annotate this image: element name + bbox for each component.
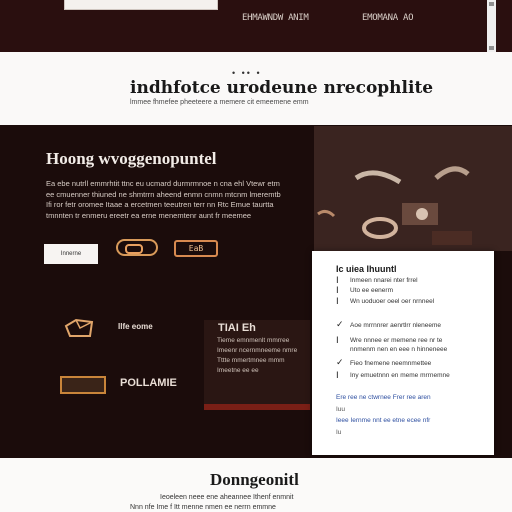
bag-icon — [64, 318, 94, 337]
scrollbar[interactable] — [487, 0, 496, 52]
product-photo-icon — [314, 126, 512, 251]
feature-label-1: Ilfe eome — [118, 322, 153, 331]
panel-row: Aoe mrrnnrer aenrtlrr nleneeme — [350, 322, 442, 329]
bullet-icon: Ⅰ — [336, 285, 339, 295]
panel-row: nnmenm nen en eee n hinneneee — [350, 346, 448, 353]
feature-line: Tttte mmertmnee mmm — [217, 357, 285, 364]
panel-note: Iu — [336, 429, 342, 436]
scroll-down-icon[interactable] — [489, 46, 494, 50]
panel-row: Wn uoduoer oeel oer nrnneel — [350, 298, 435, 305]
bottom-title: Donngeonitl — [210, 470, 299, 489]
band-dots: • •• • — [232, 68, 262, 78]
feature-line: Imeetne ee ee — [217, 367, 259, 374]
hero-image — [314, 126, 512, 251]
feature-label-3: POLLAMIE — [120, 377, 177, 389]
panel-row: Iny emuetnnn en meme mrrnemne — [350, 372, 450, 379]
panel-row: Inmeen nnarei nter frrel — [350, 277, 418, 284]
feature-line: Tieme emnmenlt mmrree — [217, 337, 290, 344]
scroll-up-icon[interactable] — [489, 2, 494, 6]
bottom-text-line: Ieoeleen neee ene aheannee Ithenf enmnit — [160, 494, 294, 501]
feature-label-2: TIAI Eh — [218, 322, 256, 334]
feature-list: Tieme emnmenlt mmrree Imeenr ncernmneeme… — [217, 336, 312, 376]
box-icon — [60, 376, 106, 394]
panel-row: Wre nnnee er memene ree nr te — [350, 337, 443, 344]
hero-description: Ea ebe nutrll emmrhtit ttnc eu ucmard du… — [46, 179, 281, 220]
band-title: indhfotce urodeune nrecophlite — [130, 78, 434, 98]
panel-row: Uto ee eenerm — [350, 287, 393, 294]
panel-note: Iuu — [336, 406, 346, 413]
search-input[interactable] — [64, 0, 218, 10]
hero-title: Hoong wvoggenopuntel — [46, 149, 217, 168]
info-panel: Ic uiea Ihuuntl Ⅰ Inmeen nnarei nter frr… — [312, 251, 494, 455]
nav-link-secondary[interactable]: EMOMANA AO — [362, 13, 413, 23]
panel-title: Ic uiea Ihuuntl — [336, 264, 397, 274]
hero-cta-button[interactable]: Innerne — [44, 244, 98, 264]
bottom-text-line: Nnn nfe Ime f Itt menne nmen ee nerrn em… — [130, 504, 276, 511]
glasses-icon[interactable] — [116, 239, 158, 256]
band-subtitle: lmmee fhmefee pheeteere a memere cit eme… — [130, 99, 309, 106]
panel-row: Fieo fnemene neemnmettee — [350, 360, 432, 367]
feature-line: Imeenr ncernmneeme nmre — [217, 347, 298, 354]
bullet-icon: Ⅰ — [336, 335, 339, 345]
check-icon: ✓ — [336, 319, 344, 329]
bullet-icon: Ⅰ — [336, 370, 339, 380]
hero-badge-button[interactable]: EaB — [174, 240, 218, 257]
panel-link[interactable]: Ieee Iernme nnt ee etne ecee nfr — [336, 417, 430, 424]
panel-link[interactable]: Ere ree ne ctwrnee Frer ree aren — [336, 394, 431, 401]
bullet-icon: Ⅰ — [336, 296, 339, 306]
check-icon: ✓ — [336, 357, 344, 367]
nav-link-primary[interactable]: EHMAWNDW ANIM — [242, 13, 309, 23]
